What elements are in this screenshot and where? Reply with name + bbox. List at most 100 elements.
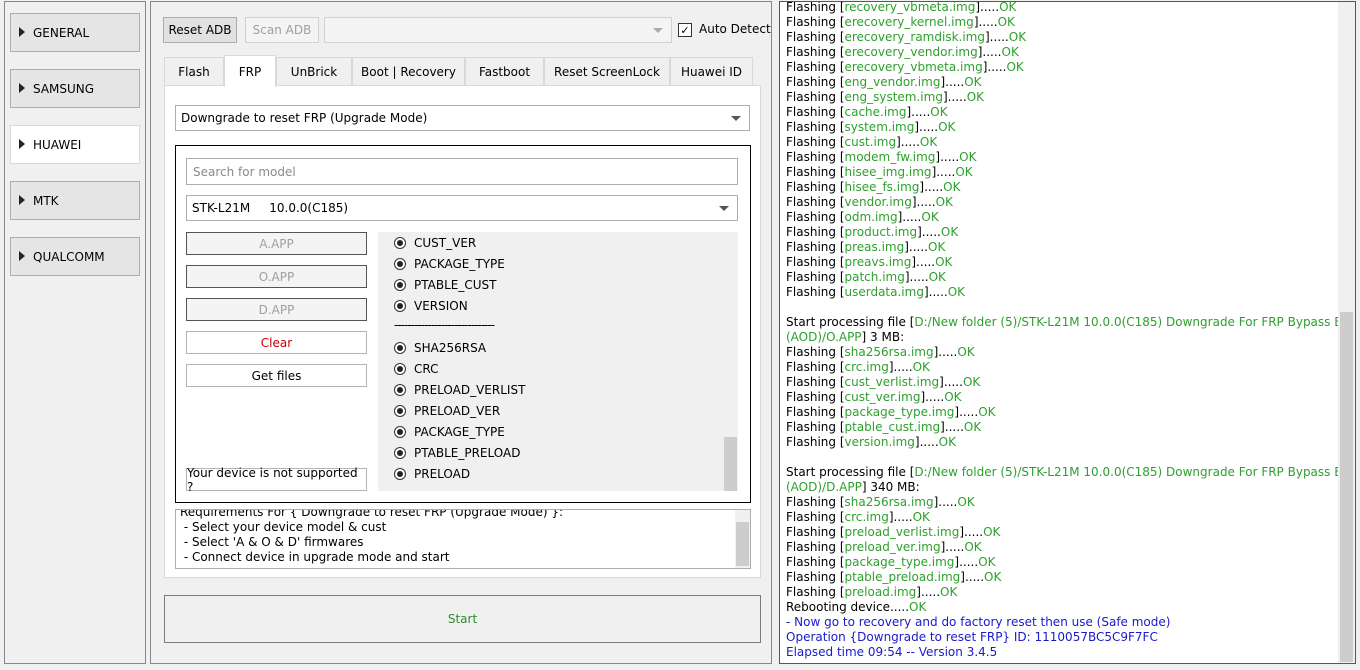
log-line: Flashing [erecovery_vendor.img].....OK <box>786 45 1019 60</box>
d-app-button[interactable]: D.APP <box>186 298 367 321</box>
log-segment: Elapsed time 09:54 -- Version 3.4.5 <box>786 645 998 659</box>
log-segment: odm.img <box>844 210 898 224</box>
log-segment: ]..... <box>939 375 963 389</box>
model-search-input[interactable]: Search for model <box>186 158 738 185</box>
log-segment: ]..... <box>914 435 939 449</box>
requirements-textbox[interactable]: Requirements For { Downgrade to reset FR… <box>175 509 751 569</box>
frp-tab-page: Downgrade to reset FRP (Upgrade Mode) Se… <box>164 85 761 578</box>
device-combo[interactable] <box>324 17 672 43</box>
partition-option[interactable]: SHA256RSA <box>394 339 486 357</box>
log-line: Flashing [erecovery_kernel.img].....OK <box>786 15 1015 30</box>
partition-option[interactable]: PACKAGE_TYPE <box>394 255 505 273</box>
partition-option[interactable]: PTABLE_PRELOAD <box>394 444 520 462</box>
partition-scrollbar[interactable] <box>723 232 738 491</box>
get-files-button[interactable]: Get files <box>186 364 367 387</box>
clear-button[interactable]: Clear <box>186 331 367 354</box>
log-segment: Flashing [ <box>786 225 845 239</box>
log-segment: OK <box>912 510 930 524</box>
partition-option[interactable]: PRELOAD <box>394 465 470 483</box>
log-segment: ]..... <box>896 135 920 149</box>
sidebar-item-qualcomm[interactable]: QUALCOMM <box>10 237 140 276</box>
log-line: Flashing [package_type.img].....OK <box>786 405 996 420</box>
log-segment: userdata.img <box>844 285 924 299</box>
tab-unbrick[interactable]: UnBrick <box>276 57 352 86</box>
sidebar-item-mtk[interactable]: MTK <box>10 181 140 220</box>
log-segment: OK <box>978 405 996 419</box>
log-segment: Flashing [ <box>786 105 845 119</box>
partition-option[interactable]: PRELOAD_VER <box>394 402 500 420</box>
log-line: Flashing [package_type.img].....OK <box>786 555 996 570</box>
model-select[interactable]: STK-L21M 10.0.0(C185) <box>186 195 738 221</box>
log-segment: OK <box>940 225 959 239</box>
sidebar-item-label: SAMSUNG <box>33 81 95 96</box>
tab-reset-screenlock[interactable]: Reset ScreenLock <box>544 57 670 86</box>
log-line: Start processing file [D:/New folder (5)… <box>786 315 1355 330</box>
scrollbar-thumb[interactable] <box>736 522 749 566</box>
log-segment: erecovery_vbmeta.img <box>844 60 983 74</box>
radio-icon <box>394 279 406 291</box>
log-segment: Flashing [ <box>786 435 845 449</box>
log-scrollbar[interactable] <box>1338 2 1355 663</box>
log-segment: ]..... <box>940 420 964 434</box>
chevron-down-icon <box>731 116 741 121</box>
scrollbar-thumb[interactable] <box>1340 312 1353 662</box>
log-line: Flashing [eng_system.img].....OK <box>786 90 984 105</box>
scan-adb-button[interactable]: Scan ADB <box>245 17 319 43</box>
log-segment: Flashing [ <box>786 60 845 74</box>
log-segment: OK <box>1006 60 1024 74</box>
log-segment: OK <box>928 240 946 254</box>
log-panel[interactable]: Flashing [recovery_vbmeta.img].....OK Fla… <box>779 1 1356 664</box>
log-segment: ]..... <box>940 540 965 554</box>
radio-icon <box>394 237 406 249</box>
scrollbar-thumb[interactable] <box>724 437 737 491</box>
log-segment: OK <box>1001 45 1019 59</box>
partition-label: PRELOAD_VER <box>414 404 501 418</box>
log-line: - Now go to recovery and do factory rese… <box>786 615 1170 630</box>
log-segment: crc.img <box>844 360 889 374</box>
log-segment: preavs.img <box>844 255 912 269</box>
partition-option[interactable]: CUST_VER <box>394 234 476 252</box>
expand-arrow-icon <box>19 27 25 37</box>
tab-flash[interactable]: Flash <box>164 57 224 86</box>
main-panel: Reset ADB Scan ADB ✓ Auto Detect Flash F… <box>150 1 772 664</box>
log-line: Flashing [vendor.img].....OK <box>786 195 953 210</box>
expand-arrow-icon <box>19 251 25 261</box>
log-segment: Flashing [ <box>786 255 845 269</box>
tab-fastboot[interactable]: Fastboot <box>465 57 544 86</box>
log-segment: ]..... <box>914 120 939 134</box>
sidebar-item-general[interactable]: GENERAL <box>10 13 140 52</box>
log-segment: ]..... <box>954 405 979 419</box>
not-supported-button[interactable]: Your device is not supported ? <box>186 466 367 494</box>
partition-option[interactable]: CRC <box>394 360 439 378</box>
log-segment: ]..... <box>942 90 967 104</box>
log-segment: sha256rsa.img <box>844 345 934 359</box>
log-segment: Flashing [ <box>786 210 845 224</box>
o-app-button[interactable]: O.APP <box>186 265 367 288</box>
log-line: Rebooting device.....OK <box>786 600 926 615</box>
a-app-button[interactable]: A.APP <box>186 232 367 255</box>
log-segment: Flashing [ <box>786 120 845 134</box>
auto-detect-checkbox[interactable]: ✓ <box>678 23 692 37</box>
expand-arrow-icon <box>19 195 25 205</box>
reset-adb-button[interactable]: Reset ADB <box>163 17 237 43</box>
partition-option[interactable]: PACKAGE_TYPE <box>394 423 505 441</box>
tab-huawei-id[interactable]: Huawei ID <box>670 57 753 86</box>
log-line: Flashing [erecovery_vbmeta.img].....OK <box>786 60 1024 75</box>
partition-option[interactable]: PTABLE_CUST <box>394 276 496 294</box>
sidebar-item-samsung[interactable]: SAMSUNG <box>10 69 140 108</box>
start-button[interactable]: Start <box>164 595 761 643</box>
radio-icon <box>394 426 406 438</box>
log-segment: Flashing [ <box>786 420 845 434</box>
operation-select[interactable]: Downgrade to reset FRP (Upgrade Mode) <box>175 105 750 131</box>
partition-option[interactable]: PRELOAD_VERLIST <box>394 381 525 399</box>
log-segment: Flashing [ <box>786 240 845 254</box>
log-segment: Flashing [ <box>786 405 845 419</box>
sidebar-item-huawei[interactable]: HUAWEI <box>10 125 140 164</box>
log-line: Flashing [eng_vendor.img].....OK <box>786 75 982 90</box>
tab-boot-recovery[interactable]: Boot | Recovery <box>352 57 465 86</box>
partition-option[interactable]: VERSION <box>394 297 468 315</box>
model-select-value: STK-L21M 10.0.0(C185) <box>192 201 349 215</box>
tab-frp[interactable]: FRP <box>224 55 276 87</box>
log-segment: Flashing [ <box>786 90 845 104</box>
requirements-scrollbar[interactable] <box>735 510 750 568</box>
